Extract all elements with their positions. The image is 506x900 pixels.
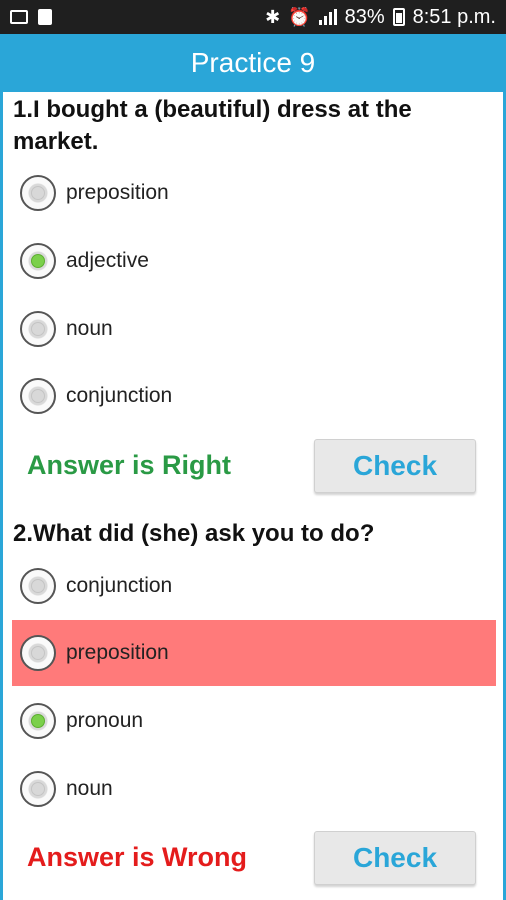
clock: 8:51 p.m. — [412, 5, 496, 28]
status-right: ✱ ⏰ 83% 8:51 p.m. — [265, 6, 496, 29]
option-label: preposition — [66, 181, 169, 204]
bag-icon — [38, 9, 52, 25]
question-2-text: 2.What did (she) ask you to do? — [13, 520, 375, 547]
radio-checked-icon[interactable] — [20, 243, 56, 279]
q2-option-preposition[interactable]: preposition — [12, 620, 496, 686]
option-label: pronoun — [66, 709, 144, 732]
option-label: adjective — [66, 249, 149, 272]
q1-result: Answer is Right — [27, 450, 232, 480]
q1-check-button[interactable]: Check — [314, 439, 476, 493]
q1-option-noun[interactable]: noun — [12, 296, 496, 362]
radio-icon[interactable] — [20, 635, 56, 671]
radio-icon[interactable] — [20, 175, 56, 211]
battery-icon — [392, 8, 405, 26]
radio-icon[interactable] — [20, 771, 56, 807]
q2-option-pronoun[interactable]: pronoun — [12, 688, 496, 754]
q1-option-conjunction[interactable]: conjunction — [12, 363, 496, 429]
signal-icon — [318, 9, 337, 25]
status-left — [10, 9, 52, 25]
battery-percent: 83% — [344, 5, 385, 28]
alarm-icon: ⏰ — [288, 6, 311, 27]
option-label: conjunction — [66, 574, 173, 597]
bluetooth-icon: ✱ — [265, 6, 281, 27]
page-title: Practice 9 — [190, 47, 316, 78]
status-bar: ✱ ⏰ 83% 8:51 p.m. — [0, 0, 506, 34]
quiz-content: 1.I bought a (beautiful) dress at the ma… — [3, 92, 503, 900]
radio-checked-icon[interactable] — [20, 703, 56, 739]
q2-check-button[interactable]: Check — [314, 831, 476, 885]
option-label: conjunction — [66, 384, 173, 407]
q1-option-preposition[interactable]: preposition — [12, 160, 496, 226]
title-bar: Practice 9 — [0, 34, 506, 92]
option-label: preposition — [66, 641, 169, 664]
radio-icon[interactable] — [20, 378, 56, 414]
radio-icon[interactable] — [20, 311, 56, 347]
radio-icon[interactable] — [20, 568, 56, 604]
question-1-text: 1.I bought a (beautiful) dress at the ma… — [13, 96, 412, 155]
q2-result: Answer is Wrong — [27, 842, 248, 872]
option-label: noun — [66, 317, 113, 340]
mail-icon — [10, 10, 28, 24]
q2-option-noun[interactable]: noun — [12, 756, 496, 822]
option-label: noun — [66, 777, 113, 800]
q2-option-conjunction[interactable]: conjunction — [12, 553, 496, 619]
q1-option-adjective[interactable]: adjective — [12, 228, 496, 294]
